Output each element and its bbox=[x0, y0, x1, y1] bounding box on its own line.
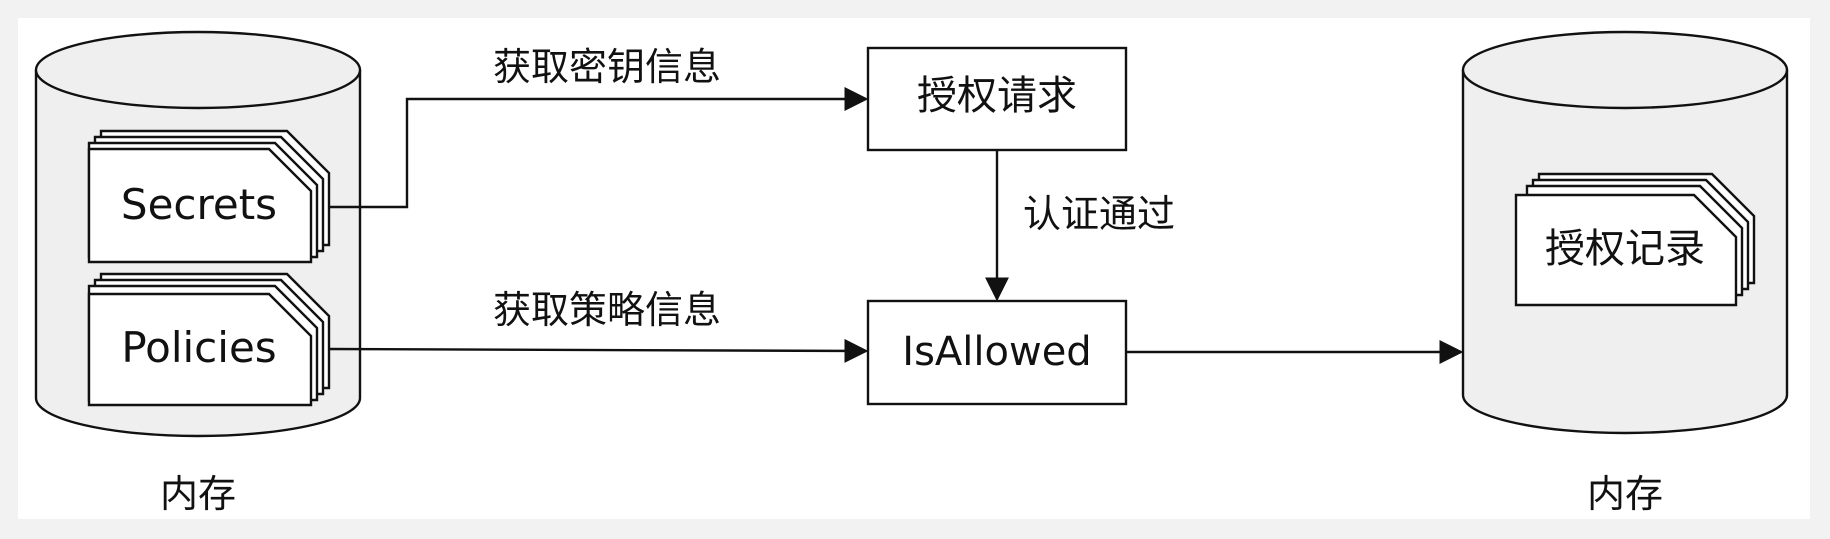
edge-get-secrets: 获取密钥信息 bbox=[329, 45, 869, 209]
is-allowed-label: IsAllowed bbox=[902, 329, 1091, 375]
policies-label: Policies bbox=[121, 323, 276, 372]
edge-get-policies-label: 获取策略信息 bbox=[493, 288, 721, 332]
secrets-document-stack: Secrets bbox=[87, 129, 331, 264]
diagram-svg: Secrets Policies 授权记录 授权请求 IsAllowed 获取密… bbox=[34, 30, 1789, 516]
auth-record-document-stack: 授权记录 bbox=[1514, 172, 1756, 307]
is-allowed-box: IsAllowed bbox=[866, 299, 1128, 406]
edge-get-policies: 获取策略信息 bbox=[328, 288, 869, 363]
edge-auth-passed-label: 认证通过 bbox=[1023, 192, 1175, 236]
edge-auth-passed: 认证通过 bbox=[985, 150, 1175, 302]
auth-request-box: 授权请求 bbox=[866, 46, 1128, 152]
policies-document-stack: Policies bbox=[87, 272, 331, 407]
secrets-label: Secrets bbox=[121, 180, 277, 229]
auth-record-label: 授权记录 bbox=[1545, 226, 1705, 272]
right-store-label: 内存 bbox=[1587, 472, 1663, 516]
auth-request-label: 授权请求 bbox=[917, 73, 1077, 119]
left-store-label: 内存 bbox=[160, 472, 236, 516]
edge-get-secrets-label: 获取密钥信息 bbox=[493, 45, 721, 89]
diagram-canvas: Secrets Policies 授权记录 授权请求 IsAllowed 获取密… bbox=[0, 0, 1830, 539]
